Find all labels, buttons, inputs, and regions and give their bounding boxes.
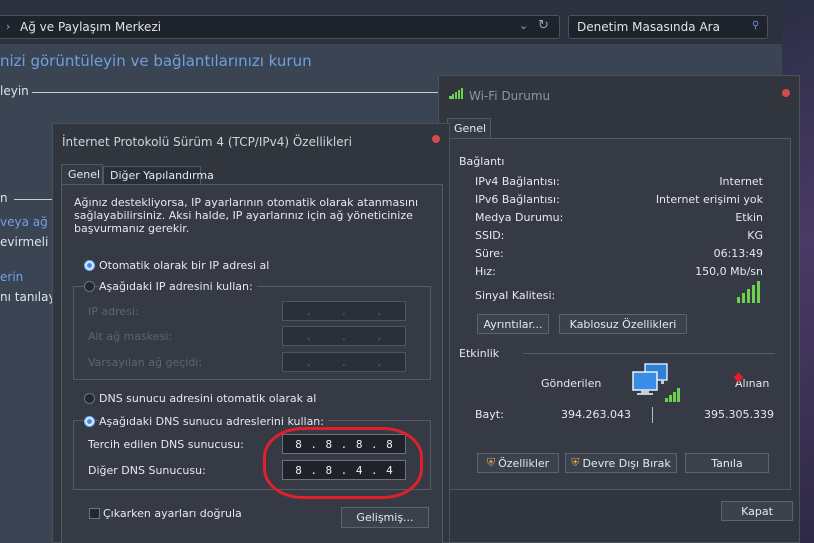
search-icon[interactable]: ⚲ (752, 20, 759, 31)
search-input[interactable]: Denetim Masasında Ara ⚲ (568, 15, 768, 39)
row-label: Medya Durumu: (475, 211, 564, 224)
auto-dns-label: DNS sunucu adresini otomatik olarak al (99, 392, 317, 405)
setup-connection-desc: evirmeli v (0, 235, 60, 249)
section-active-networks: leyin (0, 84, 29, 98)
details-button[interactable]: Ayrıntılar... (477, 314, 549, 334)
connection-header: Bağlantı (459, 155, 505, 168)
shield-icon: ⛨ (486, 456, 496, 469)
description-text: Ağınız destekliyorsa, IP ayarlarının oto… (74, 196, 419, 235)
row-value: Etkin (735, 211, 763, 224)
address-bar[interactable]: › Ağ ve Paylaşım Merkezi ⌄ ↻ (0, 15, 560, 39)
dialog-title: İnternet Protokolü Sürüm 4 (TCP/IPv4) Öz… (62, 135, 352, 149)
tab-general[interactable]: Genel (61, 164, 103, 184)
diagnose-button[interactable]: Tanıla (685, 453, 769, 473)
manual-dns-label: Aşağıdaki DNS sunucu adreslerini kullan: (99, 415, 328, 428)
preferred-dns-label: Tercih edilen DNS sunucusu: (88, 438, 244, 451)
signal-strength-icon (737, 281, 765, 303)
row-label: Hız: (475, 265, 496, 278)
sent-label: Gönderilen (541, 377, 602, 390)
gateway-label: Varsayılan ağ geçidi: (88, 356, 203, 369)
auto-ip-label: Otomatik olarak bir IP adresi al (99, 259, 270, 272)
disable-button[interactable]: ⛨ Devre Dışı Bırak (565, 453, 677, 473)
manual-ip-label: Aşağıdaki IP adresini kullan: (99, 280, 257, 293)
close-icon[interactable] (782, 89, 790, 97)
activity-divider (652, 407, 653, 423)
dialog-title: Wi-Fi Durumu (469, 89, 551, 103)
properties-button[interactable]: ⛨ Özellikler (477, 453, 559, 473)
signal-quality-label: Sinyal Kalitesi: (475, 289, 556, 302)
breadcrumb-chevron-icon: › (6, 20, 11, 33)
row-label: IPv6 Bağlantısı: (475, 193, 560, 206)
gateway-field: ... (282, 352, 406, 372)
section-divider (32, 92, 440, 93)
row-value: KG (747, 229, 763, 242)
wifi-status-dialog: Wi-Fi Durumu Genel Bağlantı IPv4 Bağlant… (438, 75, 800, 543)
row-value: Internet erişimi yok (655, 193, 763, 206)
wifi-signal-icon (449, 88, 463, 99)
ip-address-label: IP adresi: (88, 305, 139, 318)
close-button[interactable]: Kapat (721, 501, 793, 521)
row-label: Süre: (475, 247, 504, 260)
manual-dns-radio[interactable] (84, 416, 95, 427)
auto-ip-radio[interactable] (84, 260, 95, 271)
disable-label: Devre Dışı Bırak (582, 456, 671, 470)
activity-header: Etkinlik (459, 347, 500, 360)
troubleshoot-link[interactable]: erin (0, 270, 23, 284)
highlight-annotation (263, 427, 423, 499)
bytes-received-value: 395.305.339 (704, 408, 774, 421)
validate-on-exit-label: Çıkarken ayarları doğrula (103, 507, 242, 520)
section-divider (14, 199, 54, 200)
manual-ip-radio[interactable] (84, 281, 95, 292)
alternate-dns-label: Diğer DNS Sunucusu: (88, 464, 206, 477)
page-title: nizi görüntüleyin ve bağlantılarınızı ku… (0, 52, 312, 70)
properties-label: Özellikler (498, 456, 550, 470)
row-value: 150,0 Mb/sn (695, 265, 763, 278)
section-change-settings: n (0, 191, 8, 205)
subnet-mask-label: Alt ağ maskesi: (88, 330, 173, 343)
advanced-button[interactable]: Gelişmiş... (341, 507, 429, 528)
auto-dns-radio[interactable] (84, 393, 95, 404)
network-computers-icon (631, 362, 681, 408)
row-label: SSID: (475, 229, 505, 242)
shield-icon: ⛨ (571, 456, 580, 469)
validate-on-exit-checkbox[interactable] (89, 508, 100, 519)
row-value: Internet (719, 175, 763, 188)
ip-address-field: ... (282, 301, 406, 321)
bytes-sent-value: 394.263.043 (561, 408, 631, 421)
bytes-label: Bayt: (475, 408, 504, 421)
row-value: 06:13:49 (713, 247, 763, 260)
refresh-icon[interactable]: ↻ (538, 18, 549, 33)
subnet-mask-field: ... (282, 326, 406, 346)
address-text: Ağ ve Paylaşım Merkezi (20, 20, 162, 34)
ipv4-properties-dialog: İnternet Protokolü Sürüm 4 (TCP/IPv4) Öz… (52, 123, 450, 543)
tab-alternate-configuration[interactable]: Diğer Yapılandırma (103, 166, 214, 184)
setup-connection-link[interactable]: veya ağ k (0, 215, 59, 229)
section-divider (523, 353, 775, 354)
row-label: IPv4 Bağlantısı: (475, 175, 560, 188)
wireless-properties-button[interactable]: Kablosuz Özellikleri (559, 314, 687, 334)
search-placeholder: Denetim Masasında Ara (577, 20, 720, 34)
explorer-toolbar: › Ağ ve Paylaşım Merkezi ⌄ ↻ Denetim Mas… (0, 0, 782, 44)
close-icon[interactable] (432, 135, 440, 143)
chevron-down-icon[interactable]: ⌄ (519, 19, 528, 32)
tab-general[interactable]: Genel (447, 118, 491, 138)
